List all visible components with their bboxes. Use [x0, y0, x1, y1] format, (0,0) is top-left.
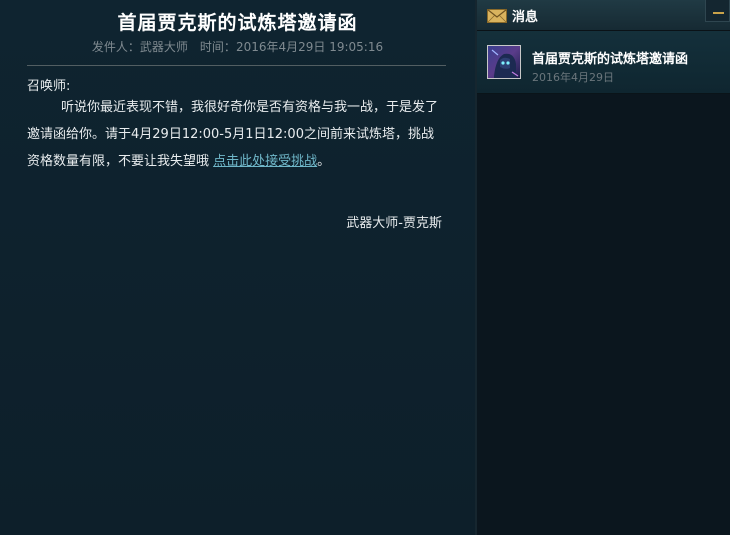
sender-name: 武器大师 — [139, 40, 188, 54]
minimize-icon — [713, 12, 724, 14]
app-root: 首届贾克斯的试炼塔邀请函 发件人：武器大师 时间：2016年4月29日 19:05… — [0, 0, 730, 535]
sender-label: 发件人： — [91, 40, 140, 54]
inbox-item-title: 首届贾克斯的试炼塔邀请函 — [532, 52, 689, 67]
message-body-end: 。 — [317, 154, 331, 169]
message-signature: 武器大师-贾克斯 — [346, 216, 442, 231]
minimize-button[interactable] — [705, 0, 730, 22]
message-title: 首届贾克斯的试炼塔邀请函 — [117, 12, 358, 34]
message-body: 听说你最近表现不错，我很好奇你是否有资格与我一战，于是发了邀请函给你。请于4月2… — [27, 94, 445, 175]
inbox-list-item[interactable]: 首届贾克斯的试炼塔邀请函 2016年4月29日 — [477, 31, 730, 94]
inbox-pane: 消息 首届贾克斯的试炼塔邀请函 2016年4月29日 — [475, 0, 730, 535]
message-greeting: 召唤师: — [27, 79, 71, 94]
message-meta: 发件人：武器大师 时间：2016年4月29日 19:05:16 — [0, 38, 475, 55]
inbox-header: 消息 — [477, 0, 730, 31]
inbox-item-date: 2016年4月29日 — [532, 71, 614, 84]
time-label: 时间： — [199, 40, 236, 54]
message-pane: 首届贾克斯的试炼塔邀请函 发件人：武器大师 时间：2016年4月29日 19:05… — [0, 0, 475, 535]
message-divider — [27, 65, 446, 66]
inbox-title: 消息 — [512, 9, 539, 25]
jax-avatar-icon — [487, 45, 521, 79]
message-time: 2016年4月29日 19:05:16 — [235, 40, 384, 54]
accept-challenge-link[interactable]: 点击此处接受挑战 — [213, 154, 317, 169]
envelope-icon — [487, 8, 507, 23]
